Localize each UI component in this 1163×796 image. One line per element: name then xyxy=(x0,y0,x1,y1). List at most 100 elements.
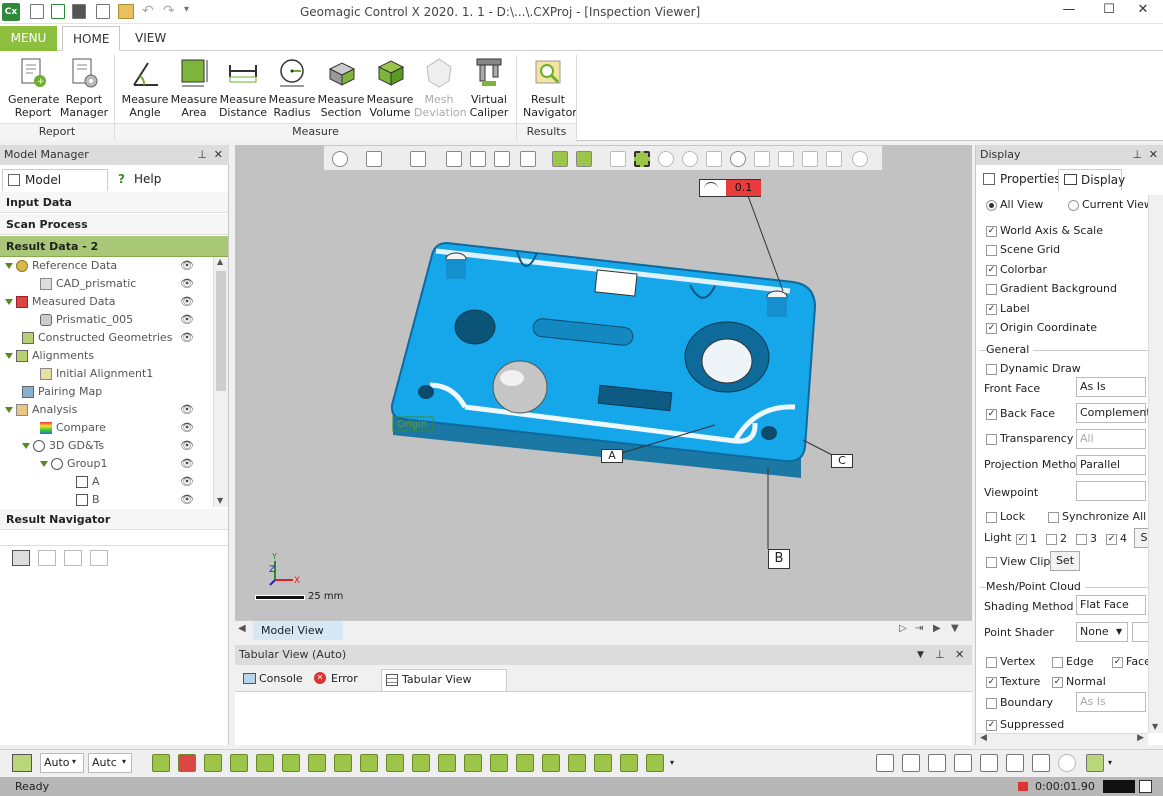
tab-model-manager[interactable]: Model Manager xyxy=(2,169,108,207)
tree-item-datum-b[interactable]: B 👁 xyxy=(76,491,194,509)
view-clip-checkbox[interactable]: View Clip xyxy=(986,555,1050,568)
gdt-callout[interactable]: 0.1 xyxy=(699,179,761,197)
dropdown-icon[interactable]: ▼ xyxy=(951,623,959,634)
back-face-checkbox[interactable]: ✓ Back Face xyxy=(986,407,1055,420)
tool-icon[interactable] xyxy=(1006,754,1024,772)
generate-report-button[interactable]: + Generate Report xyxy=(8,57,59,119)
tree-item-datum-a[interactable]: A 👁 xyxy=(76,473,194,491)
capture-icon[interactable] xyxy=(12,550,30,566)
viewpoint-select[interactable] xyxy=(1076,481,1146,501)
tree-item-prismatic-005[interactable]: Prismatic_005 👁 xyxy=(40,311,194,329)
eye-icon[interactable]: 👁 xyxy=(180,419,194,437)
datum-a-label[interactable]: A xyxy=(601,449,623,463)
measure-radius-button[interactable]: Measure Radius xyxy=(267,57,317,119)
tree-item-measured-data[interactable]: Measured Data 👁 xyxy=(5,293,194,311)
capture-disabled-icon[interactable] xyxy=(38,550,56,566)
redo-icon[interactable]: ↷ xyxy=(163,3,175,19)
scan-process-section[interactable]: Scan Process xyxy=(0,214,228,235)
result-navigator-button[interactable]: Result Navigator xyxy=(523,57,577,119)
filter-icon[interactable] xyxy=(256,754,274,772)
select-mode-icon[interactable] xyxy=(12,754,32,772)
dropdown-icon[interactable]: ▼ xyxy=(917,645,924,665)
edge-checkbox[interactable]: Edge xyxy=(1052,655,1094,668)
undo-icon[interactable]: ↶ xyxy=(142,3,154,19)
display-scrollbar[interactable]: ▼ xyxy=(1148,195,1163,733)
set-button[interactable]: Set xyxy=(1050,551,1080,571)
filter-icon[interactable] xyxy=(594,754,612,772)
eye-icon[interactable]: 👁 xyxy=(180,311,194,329)
transparency-checkbox[interactable]: Transparency xyxy=(986,432,1073,445)
close-panel-icon[interactable]: ✕ xyxy=(955,645,964,665)
close-panel-icon[interactable]: ✕ xyxy=(214,145,223,165)
close-icon[interactable]: ✕ xyxy=(1123,2,1163,22)
face-checkbox[interactable]: ✓ Face xyxy=(1112,655,1151,668)
expand-icon[interactable] xyxy=(5,353,13,359)
tree-item-reference-data[interactable]: Reference Data 👁 xyxy=(5,257,194,275)
pin-icon[interactable]: ⊥ xyxy=(197,145,207,165)
3d-viewport[interactable]: Origin 0.1 A C B Y X Z 25 mm xyxy=(235,145,972,620)
datum-c-label[interactable]: C xyxy=(831,454,853,468)
import-icon[interactable] xyxy=(51,4,65,19)
scroll-end-icon[interactable]: ⇥ xyxy=(915,623,923,634)
eye-icon[interactable]: 👁 xyxy=(180,275,194,293)
expand-icon[interactable] xyxy=(5,299,13,305)
filter-select-1[interactable]: Auto xyxy=(40,753,84,773)
boundary-select[interactable]: As Is xyxy=(1076,692,1146,712)
eye-icon[interactable]: 👁 xyxy=(180,257,194,275)
virtual-caliper-button[interactable]: Virtual Caliper xyxy=(464,57,514,119)
expand-icon[interactable] xyxy=(40,461,48,467)
capture-disabled-icon[interactable] xyxy=(64,550,82,566)
close-panel-icon[interactable]: ✕ xyxy=(1149,145,1158,165)
shading-select[interactable]: Flat Face xyxy=(1076,595,1146,615)
tab-display[interactable]: Display xyxy=(1058,169,1125,191)
sync-checkbox[interactable]: Synchronize All Vi xyxy=(1048,510,1160,523)
tree-item-pairing-map[interactable]: Pairing Map xyxy=(22,383,102,401)
eye-icon[interactable]: 👁 xyxy=(180,293,194,311)
tree-item-group1[interactable]: Group1 👁 xyxy=(40,455,194,473)
normal-checkbox[interactable]: ✓ Normal xyxy=(1052,675,1106,688)
filter-icon[interactable] xyxy=(490,754,508,772)
measure-distance-button[interactable]: Measure Distance xyxy=(218,57,268,119)
more-tools-icon[interactable]: ▾ xyxy=(1108,758,1112,767)
tree-item-3d-gdts[interactable]: 3D GD&Ts 👁 xyxy=(22,437,194,455)
filter-icon[interactable] xyxy=(204,754,222,772)
result-navigator-section[interactable]: Result Navigator xyxy=(0,509,228,530)
light-1-checkbox[interactable]: ✓ 1 xyxy=(1016,532,1037,545)
part-model[interactable] xyxy=(235,145,972,620)
result-data-section[interactable]: Result Data - 2 xyxy=(0,236,228,257)
texture-checkbox[interactable]: ✓ Texture xyxy=(986,675,1040,688)
measure-section-button[interactable]: Measure Section xyxy=(316,57,366,119)
scroll-left-icon[interactable]: ◀ xyxy=(238,623,246,634)
chevron-down-icon[interactable]: ▾ xyxy=(72,757,76,766)
expand-icon[interactable] xyxy=(5,407,13,413)
filter-icon[interactable] xyxy=(542,754,560,772)
filter-icon[interactable] xyxy=(230,754,248,772)
tab-home[interactable]: HOME xyxy=(62,26,120,51)
filter-icon[interactable] xyxy=(516,754,534,772)
chevron-down-icon[interactable]: ▾ xyxy=(122,757,126,766)
filter-icon[interactable] xyxy=(178,754,196,772)
suppressed-checkbox[interactable]: ✓ Suppressed xyxy=(986,718,1064,731)
tree-item-analysis[interactable]: Analysis 👁 xyxy=(5,401,194,419)
back-face-select[interactable]: Complement xyxy=(1076,403,1151,423)
scene-grid-checkbox[interactable]: Scene Grid xyxy=(986,243,1060,256)
measure-volume-button[interactable]: Measure Volume xyxy=(365,57,415,119)
report-manager-button[interactable]: Report Manager xyxy=(59,57,109,119)
input-data-section[interactable]: Input Data xyxy=(0,192,228,213)
tool-icon[interactable] xyxy=(980,754,998,772)
light-4-checkbox[interactable]: ✓ 4 xyxy=(1106,532,1127,545)
minimize-icon[interactable]: — xyxy=(1049,2,1089,22)
current-view-radio[interactable]: Current View xyxy=(1068,198,1153,211)
scroll-right-icon[interactable]: ▷ xyxy=(899,623,907,634)
filter-icon[interactable] xyxy=(334,754,352,772)
filter-icon[interactable] xyxy=(308,754,326,772)
quick-access-dropdown-icon[interactable]: ▾ xyxy=(184,4,189,15)
capture-disabled-icon[interactable] xyxy=(90,550,108,566)
tab-error-list[interactable]: ✕ Error List xyxy=(311,669,377,705)
tab-properties[interactable]: Properties xyxy=(978,169,1061,191)
tool-icon[interactable] xyxy=(928,754,946,772)
expand-icon[interactable] xyxy=(22,443,30,449)
front-face-select[interactable]: As Is xyxy=(1076,377,1146,397)
eye-icon[interactable]: 👁 xyxy=(180,329,194,347)
pin-icon[interactable]: ⊥ xyxy=(1132,145,1142,165)
